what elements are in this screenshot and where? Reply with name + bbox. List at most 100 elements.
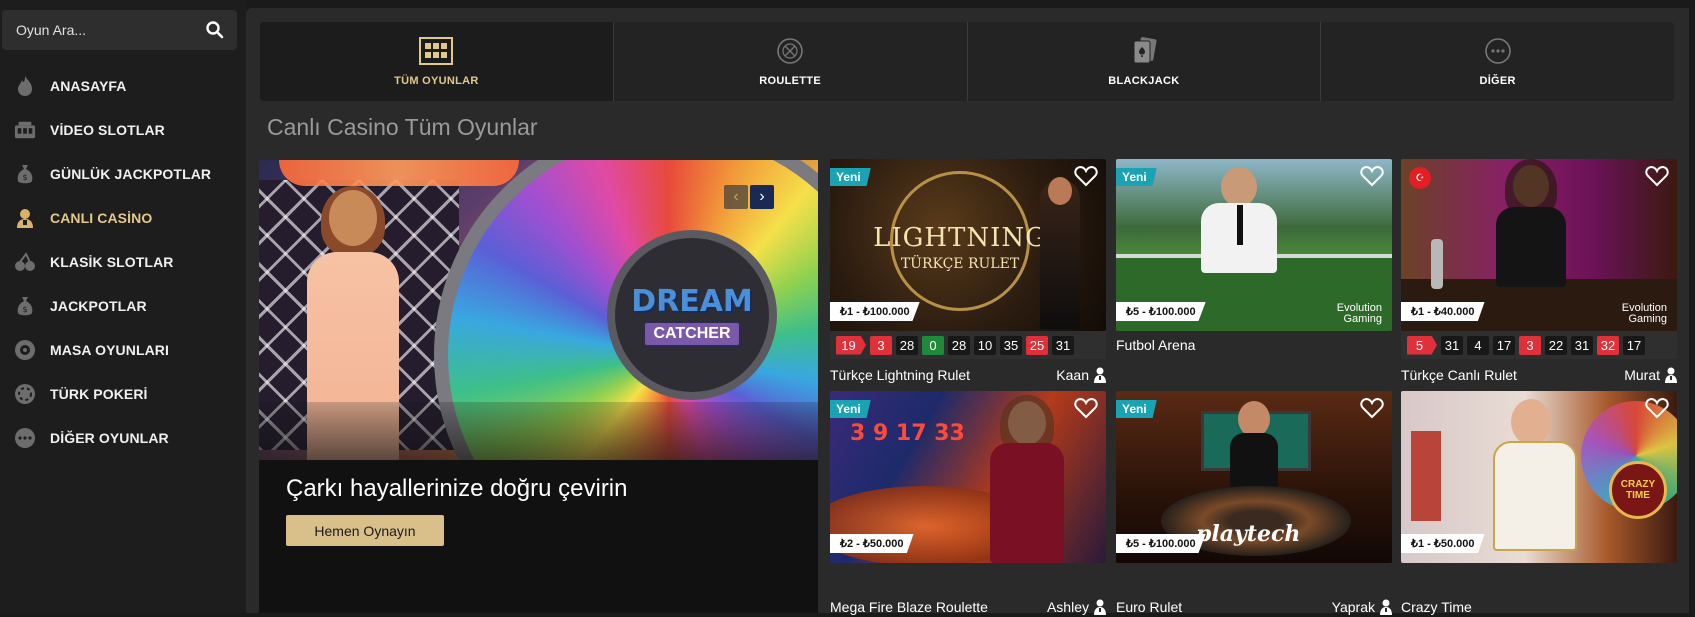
game-card[interactable]: playtech Yeni ₺5 - ₺100.000 Euro Rulet Y…	[1116, 391, 1392, 617]
roulette-icon	[14, 339, 36, 361]
game-name[interactable]: Türkçe Canlı Rulet	[1401, 367, 1517, 383]
hero-banner[interactable]: DREAM CATCHER Çarkı hayallerinize doğru …	[259, 160, 818, 613]
heart-icon[interactable]	[1360, 165, 1384, 187]
tab-blackjack[interactable]: BLACKJACK	[967, 22, 1322, 101]
category-tabs: TÜM OYUNLAR ROULETTE BLACKJACK DİĞER	[260, 22, 1674, 101]
result-number: 28	[948, 335, 970, 355]
turkey-flag-icon: ☪	[1409, 167, 1431, 189]
game-name[interactable]: Futbol Arena	[1116, 337, 1195, 353]
result-number: 22	[1545, 335, 1567, 355]
result-number: 10	[974, 335, 996, 355]
result-number: 17	[1493, 335, 1515, 355]
money-bag-icon: $	[14, 295, 36, 317]
more-icon	[14, 427, 36, 449]
flame-icon	[14, 75, 36, 97]
game-card[interactable]: Yeni ₺5 - ₺100.000 Evolution Gaming Futb…	[1116, 159, 1392, 357]
new-badge: Yeni	[1116, 400, 1157, 418]
poker-chip-icon	[14, 383, 36, 405]
logo-bottom-text: CATCHER	[643, 320, 741, 347]
slot-machine-icon	[14, 119, 36, 141]
game-thumbnail[interactable]: ☪ ₺1 - ₺40.000 Evolution Gaming	[1401, 159, 1677, 331]
game-thumbnail[interactable]: 3 9 17 33 Yeni ₺2 - ₺50.000	[830, 391, 1106, 563]
dealer-icon	[14, 207, 36, 229]
dealer-info: Murat	[1624, 367, 1677, 383]
result-number: 31	[1441, 335, 1463, 355]
result-number: 31	[1571, 335, 1593, 355]
game-card[interactable]: ☪ ₺1 - ₺40.000 Evolution Gaming 5 31 4 1…	[1401, 159, 1677, 385]
sidebar: ANASAYFA VİDEO SLOTLAR $ GÜNLÜK JACKPOTL…	[0, 0, 246, 613]
result-number: 35	[1000, 335, 1022, 355]
bet-limit: ₺5 - ₺100.000	[1116, 302, 1206, 321]
result-number: 17	[1623, 335, 1645, 355]
page-title: Canlı Casino Tüm Oyunlar	[267, 114, 538, 140]
sidebar-item-label: KLASİK SLOTLAR	[50, 254, 174, 270]
dream-catcher-logo: DREAM CATCHER	[607, 230, 777, 400]
provider-logo: Evolution Gaming	[1336, 302, 1382, 325]
tab-tum-oyunlar[interactable]: TÜM OYUNLAR	[260, 22, 614, 101]
result-number: 0	[922, 335, 944, 355]
game-card[interactable]: CRAZY TIME ₺1 - ₺50.000 Crazy Time	[1401, 391, 1677, 617]
sidebar-item-masa-oyunlari[interactable]: MASA OYUNLARI	[0, 328, 246, 372]
game-thumbnail[interactable]: CRAZY TIME ₺1 - ₺50.000	[1401, 391, 1677, 563]
crazy-time-logo: CRAZY TIME	[1609, 461, 1667, 519]
game-logo-subtext: TÜRKÇE RULET	[900, 256, 1020, 272]
sidebar-item-klasik-slotlar[interactable]: KLASİK SLOTLAR	[0, 240, 246, 284]
grid-icon	[419, 36, 454, 65]
tab-roulette[interactable]: ROULETTE	[613, 22, 968, 101]
tab-label: DİĞER	[1479, 74, 1516, 87]
bet-limit: ₺2 - ₺50.000	[830, 534, 914, 553]
tab-label: ROULETTE	[759, 74, 821, 87]
dealer-name: Kaan	[1056, 367, 1089, 383]
scene-numbers: 3 9 17 33	[850, 421, 965, 446]
roulette-wheel-icon	[773, 37, 807, 65]
new-badge: Yeni	[830, 168, 871, 186]
heart-icon[interactable]	[1645, 165, 1669, 187]
heart-icon[interactable]	[1645, 397, 1669, 419]
logo-top-text: DREAM	[631, 283, 753, 319]
heart-icon[interactable]	[1360, 397, 1384, 419]
sidebar-item-anasayfa[interactable]: ANASAYFA	[0, 64, 246, 108]
sidebar-item-jackpotlar[interactable]: $ JACKPOTLAR	[0, 284, 246, 328]
sidebar-item-video-slotlar[interactable]: VİDEO SLOTLAR	[0, 108, 246, 152]
results-strip: 5 31 4 17 3 22 31 32 17	[1401, 331, 1677, 359]
sidebar-item-gunluk-jackpotlar[interactable]: $ GÜNLÜK JACKPOTLAR	[0, 152, 246, 196]
cards-icon	[1127, 36, 1161, 65]
sidebar-nav: ANASAYFA VİDEO SLOTLAR $ GÜNLÜK JACKPOTL…	[0, 64, 246, 460]
search-input[interactable]	[16, 20, 196, 40]
chevron-left-icon[interactable]: ‹	[724, 185, 748, 209]
sidebar-item-canli-casino[interactable]: CANLI CASİNO	[0, 196, 246, 240]
svg-text:$: $	[22, 173, 27, 182]
chevron-right-icon[interactable]: ›	[750, 185, 774, 209]
search-box	[2, 10, 237, 50]
dealer-name: Murat	[1624, 367, 1660, 383]
game-thumbnail[interactable]: LIGHTNING TÜRKÇE RULET Yeni ₺1 - ₺100.00…	[830, 159, 1106, 331]
dealer-icon	[1094, 367, 1106, 383]
game-logo-text: LIGHTNING	[873, 223, 1047, 253]
game-card[interactable]: 3 9 17 33 Yeni ₺2 - ₺50.000 Mega Fire Bl…	[830, 391, 1106, 617]
game-card[interactable]: LIGHTNING TÜRKÇE RULET Yeni ₺1 - ₺100.00…	[830, 159, 1106, 385]
hero-title: Çarkı hayallerinize doğru çevirin	[286, 475, 628, 502]
sidebar-item-diger-oyunlar[interactable]: DİĞER OYUNLAR	[0, 416, 246, 460]
game-thumbnail[interactable]: Yeni ₺5 - ₺100.000 Evolution Gaming	[1116, 159, 1392, 331]
game-name[interactable]: Türkçe Lightning Rulet	[830, 367, 970, 383]
play-now-button[interactable]: Hemen Oynayın	[286, 515, 444, 546]
scrollbar[interactable]	[1689, 8, 1695, 613]
sidebar-item-label: GÜNLÜK JACKPOTLAR	[50, 166, 212, 182]
sidebar-item-label: VİDEO SLOTLAR	[50, 122, 165, 138]
new-badge: Yeni	[830, 400, 871, 418]
hero-lights	[279, 160, 519, 186]
dealer-info: Kaan	[1056, 367, 1106, 383]
result-number: 19	[836, 335, 866, 355]
tab-label: TÜM OYUNLAR	[394, 74, 479, 87]
results-strip: 19 3 28 0 28 10 35 25 31	[830, 331, 1106, 359]
heart-icon[interactable]	[1074, 397, 1098, 419]
result-number: 3	[1519, 335, 1541, 355]
tab-label: BLACKJACK	[1108, 74, 1180, 87]
tab-diger[interactable]: DİĞER	[1321, 22, 1674, 101]
sidebar-item-turk-pokeri[interactable]: TÜRK POKERİ	[0, 372, 246, 416]
sidebar-item-label: DİĞER OYUNLAR	[50, 430, 169, 446]
sidebar-item-label: JACKPOTLAR	[50, 298, 147, 314]
heart-icon[interactable]	[1074, 165, 1098, 187]
game-thumbnail[interactable]: playtech Yeni ₺5 - ₺100.000	[1116, 391, 1392, 563]
search-icon[interactable]	[205, 20, 225, 40]
